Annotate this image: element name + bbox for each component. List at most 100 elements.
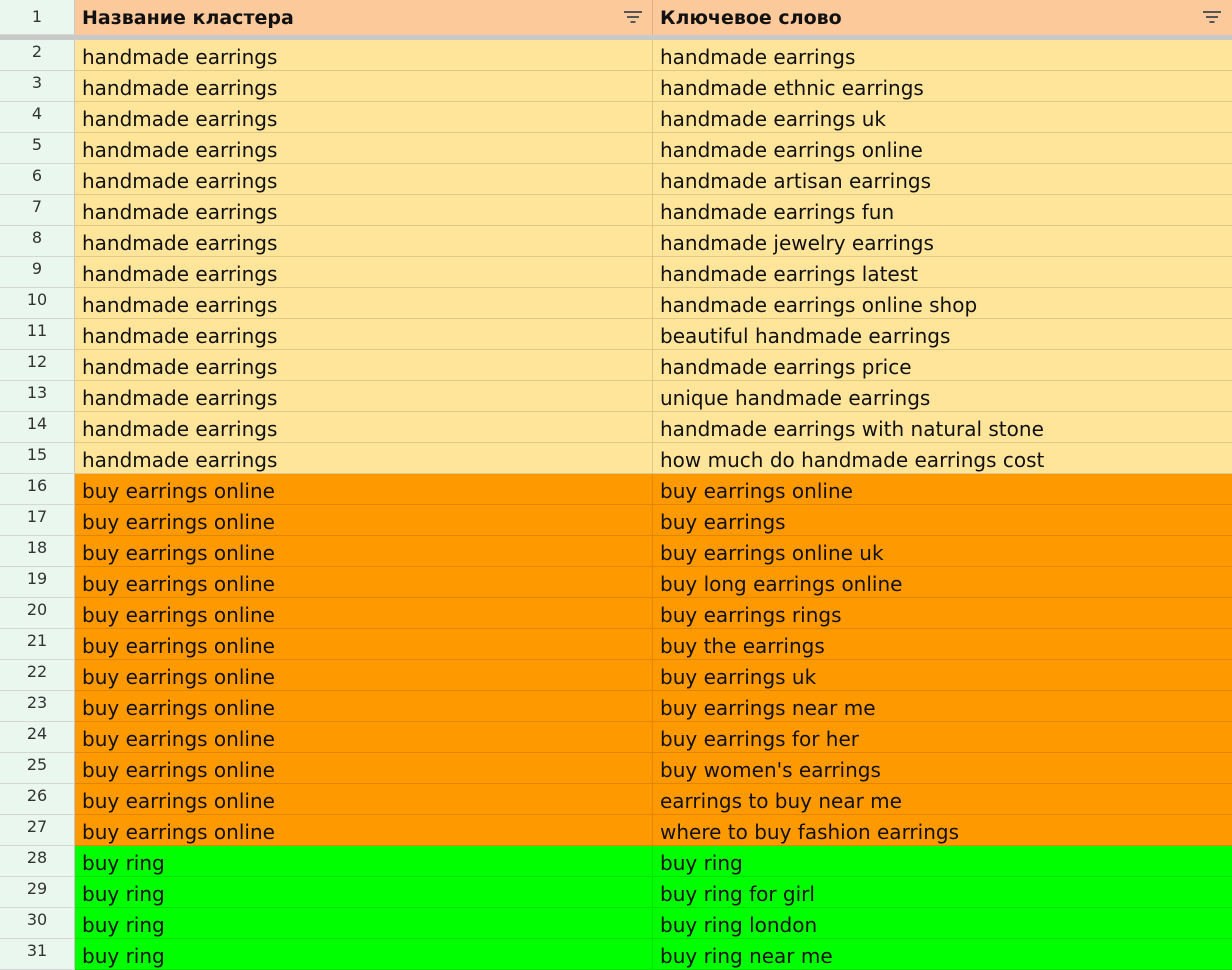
keyword-cell[interactable]: handmade earrings latest: [653, 257, 1232, 288]
row-number[interactable]: 6: [0, 164, 75, 195]
header-cell-keyword[interactable]: Ключевое слово: [653, 0, 1232, 35]
keyword-cell[interactable]: handmade earrings online shop: [653, 288, 1232, 319]
keyword-cell[interactable]: handmade earrings online: [653, 133, 1232, 164]
cluster-name-cell[interactable]: buy ring: [75, 939, 653, 970]
table-row: 18 buy earrings online buy earrings online…: [0, 536, 1232, 567]
keyword-cell[interactable]: buy ring for girl: [653, 877, 1232, 908]
header-cell-cluster-name[interactable]: Название кластера: [75, 0, 653, 35]
cluster-name-cell[interactable]: handmade earrings: [75, 40, 653, 71]
row-number[interactable]: 16: [0, 474, 75, 505]
cluster-name-cell[interactable]: handmade earrings: [75, 164, 653, 195]
keyword-cell[interactable]: unique handmade earrings: [653, 381, 1232, 412]
row-number[interactable]: 19: [0, 567, 75, 598]
cluster-name-cell[interactable]: buy earrings online: [75, 660, 653, 691]
cluster-name-cell[interactable]: buy earrings online: [75, 784, 653, 815]
row-number[interactable]: 7: [0, 195, 75, 226]
row-number[interactable]: 11: [0, 319, 75, 350]
row-number[interactable]: 4: [0, 102, 75, 133]
row-number[interactable]: 12: [0, 350, 75, 381]
table-row: 20 buy earrings online buy earrings rings: [0, 598, 1232, 629]
cluster-name-cell[interactable]: handmade earrings: [75, 350, 653, 381]
keyword-cell[interactable]: handmade earrings fun: [653, 195, 1232, 226]
keyword-cell[interactable]: buy earrings near me: [653, 691, 1232, 722]
keyword-cell[interactable]: buy women's earrings: [653, 753, 1232, 784]
row-number[interactable]: 1: [0, 0, 75, 35]
keyword-cell[interactable]: buy earrings for her: [653, 722, 1232, 753]
cluster-name-cell[interactable]: handmade earrings: [75, 257, 653, 288]
keyword-cell[interactable]: handmade earrings with natural stone: [653, 412, 1232, 443]
keyword-cell[interactable]: buy earrings uk: [653, 660, 1232, 691]
cluster-name-cell[interactable]: handmade earrings: [75, 319, 653, 350]
keyword-cell[interactable]: how much do handmade earrings cost: [653, 443, 1232, 474]
row-number[interactable]: 21: [0, 629, 75, 660]
row-number[interactable]: 22: [0, 660, 75, 691]
row-number[interactable]: 23: [0, 691, 75, 722]
table-row: 15 handmade earrings how much do handmade …: [0, 443, 1232, 474]
cluster-name-cell[interactable]: buy earrings online: [75, 691, 653, 722]
keyword-cell[interactable]: buy ring near me: [653, 939, 1232, 970]
row-number[interactable]: 24: [0, 722, 75, 753]
row-number[interactable]: 17: [0, 505, 75, 536]
keyword-cell[interactable]: buy earrings rings: [653, 598, 1232, 629]
cluster-name-cell[interactable]: buy earrings online: [75, 722, 653, 753]
keyword-cell[interactable]: handmade ethnic earrings: [653, 71, 1232, 102]
row-number[interactable]: 10: [0, 288, 75, 319]
row-number[interactable]: 29: [0, 877, 75, 908]
keyword-cell[interactable]: handmade earrings: [653, 40, 1232, 71]
cluster-name-cell[interactable]: handmade earrings: [75, 102, 653, 133]
table-row: 2 handmade earrings handmade earrings: [0, 40, 1232, 71]
keyword-cell[interactable]: buy earrings online: [653, 474, 1232, 505]
row-number[interactable]: 20: [0, 598, 75, 629]
row-number[interactable]: 9: [0, 257, 75, 288]
row-number[interactable]: 30: [0, 908, 75, 939]
keyword-cell[interactable]: handmade earrings price: [653, 350, 1232, 381]
row-number[interactable]: 3: [0, 71, 75, 102]
filter-icon[interactable]: [623, 9, 643, 25]
cluster-name-cell[interactable]: buy ring: [75, 846, 653, 877]
row-number[interactable]: 25: [0, 753, 75, 784]
cluster-name-cell[interactable]: buy earrings online: [75, 474, 653, 505]
cluster-name-cell[interactable]: buy earrings online: [75, 567, 653, 598]
row-number[interactable]: 14: [0, 412, 75, 443]
row-number[interactable]: 27: [0, 815, 75, 846]
table-row: 30 buy ring buy ring london: [0, 908, 1232, 939]
cluster-name-cell[interactable]: buy earrings online: [75, 536, 653, 567]
cluster-name-cell[interactable]: buy ring: [75, 877, 653, 908]
keyword-cell[interactable]: buy earrings online uk: [653, 536, 1232, 567]
keyword-cell[interactable]: buy ring london: [653, 908, 1232, 939]
cluster-name-cell[interactable]: buy earrings online: [75, 598, 653, 629]
keyword-cell[interactable]: handmade jewelry earrings: [653, 226, 1232, 257]
row-number[interactable]: 31: [0, 939, 75, 970]
row-number[interactable]: 8: [0, 226, 75, 257]
cluster-name-cell[interactable]: buy earrings online: [75, 505, 653, 536]
keyword-cell[interactable]: buy ring: [653, 846, 1232, 877]
keyword-cell[interactable]: earrings to buy near me: [653, 784, 1232, 815]
cluster-name-cell[interactable]: handmade earrings: [75, 288, 653, 319]
row-number[interactable]: 13: [0, 381, 75, 412]
cluster-name-cell[interactable]: handmade earrings: [75, 71, 653, 102]
keyword-cell[interactable]: buy the earrings: [653, 629, 1232, 660]
cluster-name-cell[interactable]: handmade earrings: [75, 412, 653, 443]
row-number[interactable]: 5: [0, 133, 75, 164]
cluster-name-cell[interactable]: buy ring: [75, 908, 653, 939]
cluster-name-cell[interactable]: handmade earrings: [75, 226, 653, 257]
row-number[interactable]: 28: [0, 846, 75, 877]
row-number[interactable]: 2: [0, 40, 75, 71]
keyword-cell[interactable]: beautiful handmade earrings: [653, 319, 1232, 350]
cluster-name-cell[interactable]: handmade earrings: [75, 195, 653, 226]
row-number[interactable]: 18: [0, 536, 75, 567]
keyword-cell[interactable]: handmade earrings uk: [653, 102, 1232, 133]
cluster-name-cell[interactable]: handmade earrings: [75, 443, 653, 474]
row-number[interactable]: 15: [0, 443, 75, 474]
cluster-name-cell[interactable]: handmade earrings: [75, 133, 653, 164]
row-number[interactable]: 26: [0, 784, 75, 815]
filter-icon[interactable]: [1202, 9, 1222, 25]
cluster-name-cell[interactable]: buy earrings online: [75, 815, 653, 846]
cluster-name-cell[interactable]: buy earrings online: [75, 629, 653, 660]
keyword-cell[interactable]: buy long earrings online: [653, 567, 1232, 598]
keyword-cell[interactable]: where to buy fashion earrings: [653, 815, 1232, 846]
cluster-name-cell[interactable]: buy earrings online: [75, 753, 653, 784]
cluster-name-cell[interactable]: handmade earrings: [75, 381, 653, 412]
keyword-cell[interactable]: buy earrings: [653, 505, 1232, 536]
keyword-cell[interactable]: handmade artisan earrings: [653, 164, 1232, 195]
